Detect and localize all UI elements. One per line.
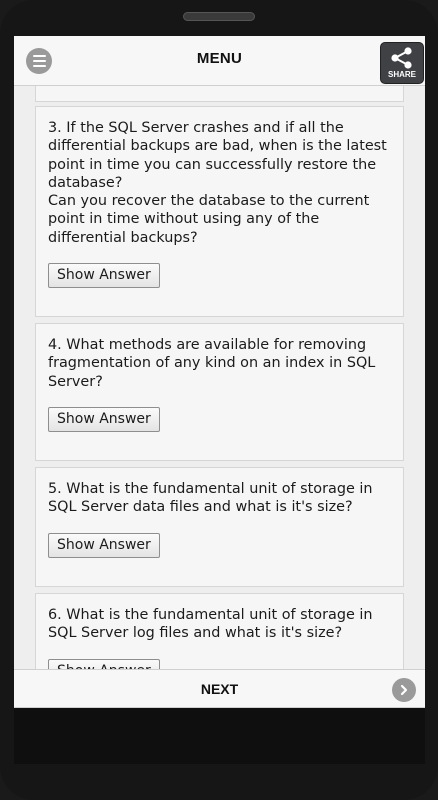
show-answer-button[interactable]: Show Answer — [48, 532, 160, 558]
question-card-previous — [35, 86, 404, 102]
share-icon — [391, 47, 412, 69]
question-card-4: 4. What methods are available for removi… — [35, 323, 404, 461]
next-button[interactable]: NEXT — [14, 681, 425, 697]
phone-frame: MENU SHARE 3. If the SQL Server crashes … — [0, 0, 438, 800]
show-answer-button[interactable]: Show Answer — [48, 658, 160, 669]
question-card-5: 5. What is the fundamental unit of stora… — [35, 467, 404, 587]
phone-speaker — [183, 12, 255, 21]
show-answer-button[interactable]: Show Answer — [48, 406, 160, 432]
questions-list[interactable]: 3. If the SQL Server crashes and if all … — [14, 86, 425, 669]
show-answer-button[interactable]: Show Answer — [48, 263, 160, 289]
chevron-right-icon[interactable] — [392, 678, 416, 702]
share-label: SHARE — [387, 70, 416, 79]
question-text: 4. What methods are available for removi… — [48, 337, 376, 390]
question-text: 3. If the SQL Server crashes and if all … — [48, 120, 387, 246]
top-bar: MENU SHARE — [14, 36, 425, 86]
question-text: 5. What is the fundamental unit of stora… — [48, 481, 373, 516]
menu-title[interactable]: MENU — [14, 50, 425, 67]
share-button[interactable]: SHARE — [380, 42, 424, 84]
question-card-6: 6. What is the fundamental unit of stora… — [35, 593, 404, 669]
question-card-3: 3. If the SQL Server crashes and if all … — [35, 106, 404, 317]
app-screen: MENU SHARE 3. If the SQL Server crashes … — [14, 36, 425, 764]
question-text: 6. What is the fundamental unit of stora… — [48, 607, 373, 642]
system-nav-area — [14, 708, 425, 764]
bottom-bar: NEXT — [14, 669, 425, 708]
